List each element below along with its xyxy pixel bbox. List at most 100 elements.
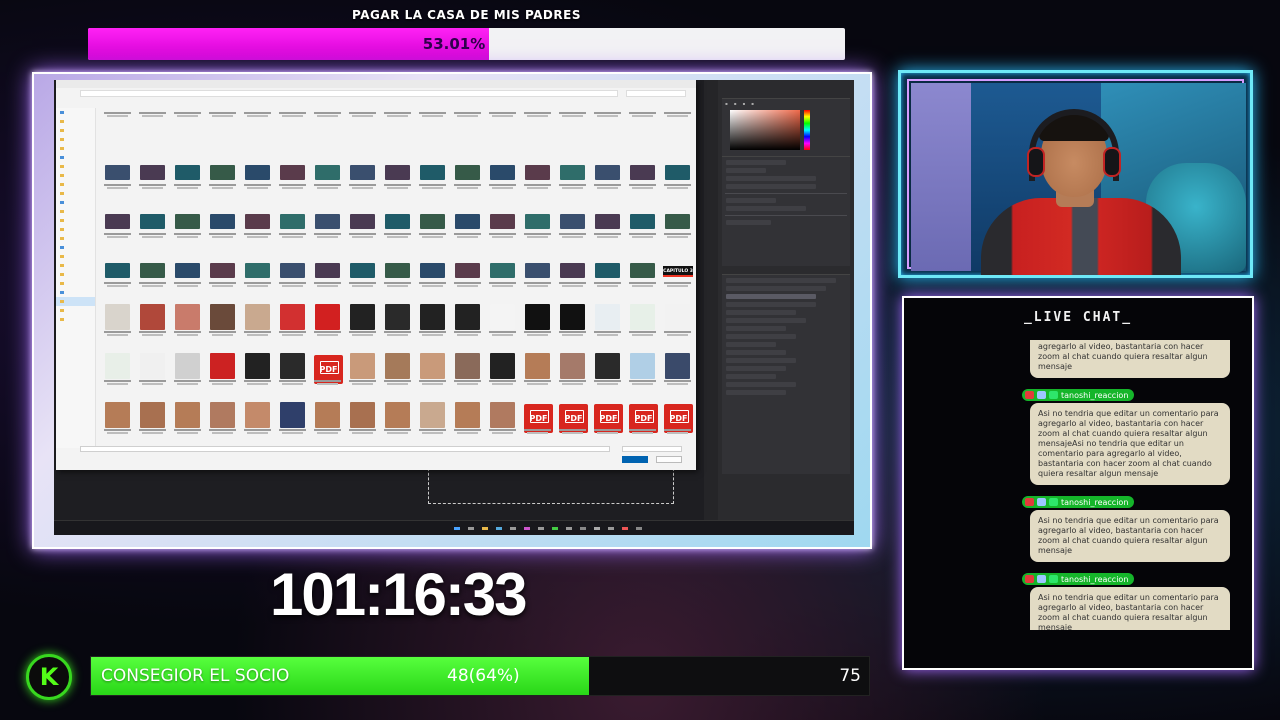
file-item[interactable]: PDF [520,398,555,447]
file-item[interactable] [415,398,450,447]
file-item[interactable] [100,104,135,153]
chat-messages[interactable]: agregarlo al video, bastantaria con hace… [1022,340,1232,630]
file-item[interactable]: CAPITULO 3 [660,251,695,300]
taskbar-app-icon[interactable] [524,527,530,530]
dialog-sidebar-item[interactable] [56,207,95,216]
file-item[interactable] [590,349,625,398]
file-item[interactable] [450,153,485,202]
file-item[interactable] [310,251,345,300]
dialog-sidebar-item[interactable] [56,297,95,306]
file-item[interactable] [170,300,205,349]
file-item[interactable] [345,300,380,349]
file-item[interactable] [135,104,170,153]
dialog-sidebar-item[interactable] [56,135,95,144]
file-item[interactable] [625,349,660,398]
taskbar-app-icon[interactable] [608,527,614,530]
file-item[interactable] [135,398,170,447]
file-item[interactable] [485,349,520,398]
file-item[interactable] [345,398,380,447]
taskbar-app-icon[interactable] [538,527,544,530]
file-item[interactable] [275,349,310,398]
file-item[interactable] [590,202,625,251]
dialog-sidebar-item[interactable] [56,243,95,252]
file-item[interactable] [345,153,380,202]
file-name-input[interactable] [80,446,610,452]
file-item[interactable] [100,153,135,202]
dialog-sidebar-item[interactable] [56,234,95,243]
file-item[interactable]: PDF [310,349,345,398]
file-item[interactable] [485,104,520,153]
dialog-sidebar-item[interactable] [56,189,95,198]
file-item[interactable] [625,104,660,153]
file-item[interactable] [660,300,695,349]
file-item[interactable] [555,349,590,398]
file-type-select[interactable] [622,446,682,452]
dialog-sidebar-item[interactable] [56,306,95,315]
file-item[interactable] [275,251,310,300]
file-item[interactable] [135,202,170,251]
dialog-sidebar-item[interactable] [56,153,95,162]
file-item[interactable] [660,153,695,202]
file-item[interactable] [590,153,625,202]
file-item[interactable] [275,300,310,349]
dialog-sidebar-item[interactable] [56,261,95,270]
file-item[interactable] [345,104,380,153]
cancel-button[interactable] [656,456,682,463]
file-item[interactable] [100,300,135,349]
file-item[interactable] [555,202,590,251]
dialog-sidebar-item[interactable] [56,288,95,297]
taskbar-app-icon[interactable] [468,527,474,530]
taskbar-app-icon[interactable] [482,527,488,530]
file-item[interactable] [310,153,345,202]
file-item[interactable] [555,300,590,349]
file-item[interactable] [415,251,450,300]
dialog-sidebar-item[interactable] [56,225,95,234]
file-item[interactable] [625,300,660,349]
file-item[interactable] [345,251,380,300]
file-item[interactable] [310,202,345,251]
file-item[interactable] [555,104,590,153]
file-item[interactable]: PDF [555,398,590,447]
taskbar-app-icon[interactable] [580,527,586,530]
file-item[interactable]: PDF [590,398,625,447]
dialog-sidebar-item[interactable] [56,117,95,126]
taskbar-app-icon[interactable] [566,527,572,530]
file-item[interactable] [100,349,135,398]
file-item[interactable] [380,251,415,300]
file-item[interactable] [590,300,625,349]
file-item[interactable] [345,349,380,398]
hue-slider[interactable] [804,110,810,150]
chat-username-pill[interactable]: tanoshi_reaccion [1022,573,1135,585]
file-item[interactable] [135,153,170,202]
file-item[interactable] [240,349,275,398]
file-item[interactable] [660,104,695,153]
file-item[interactable] [240,398,275,447]
file-item[interactable] [275,202,310,251]
file-item[interactable] [310,104,345,153]
file-item[interactable] [205,202,240,251]
file-item[interactable] [380,104,415,153]
file-item[interactable] [135,251,170,300]
file-item[interactable] [205,153,240,202]
file-item[interactable] [520,251,555,300]
file-item[interactable] [590,251,625,300]
file-item[interactable] [555,153,590,202]
file-item[interactable] [485,202,520,251]
file-item[interactable] [450,251,485,300]
file-item[interactable] [415,349,450,398]
file-item[interactable] [380,202,415,251]
file-item[interactable] [625,153,660,202]
file-item[interactable] [170,349,205,398]
file-item[interactable] [240,202,275,251]
file-item[interactable] [485,251,520,300]
file-item[interactable] [555,251,590,300]
file-item[interactable] [170,104,205,153]
file-item[interactable] [450,398,485,447]
dialog-sidebar-item[interactable] [56,216,95,225]
file-item[interactable] [205,104,240,153]
file-item[interactable] [520,300,555,349]
file-item[interactable] [450,202,485,251]
file-item[interactable] [380,349,415,398]
dialog-sidebar-item[interactable] [56,270,95,279]
file-item[interactable] [240,153,275,202]
